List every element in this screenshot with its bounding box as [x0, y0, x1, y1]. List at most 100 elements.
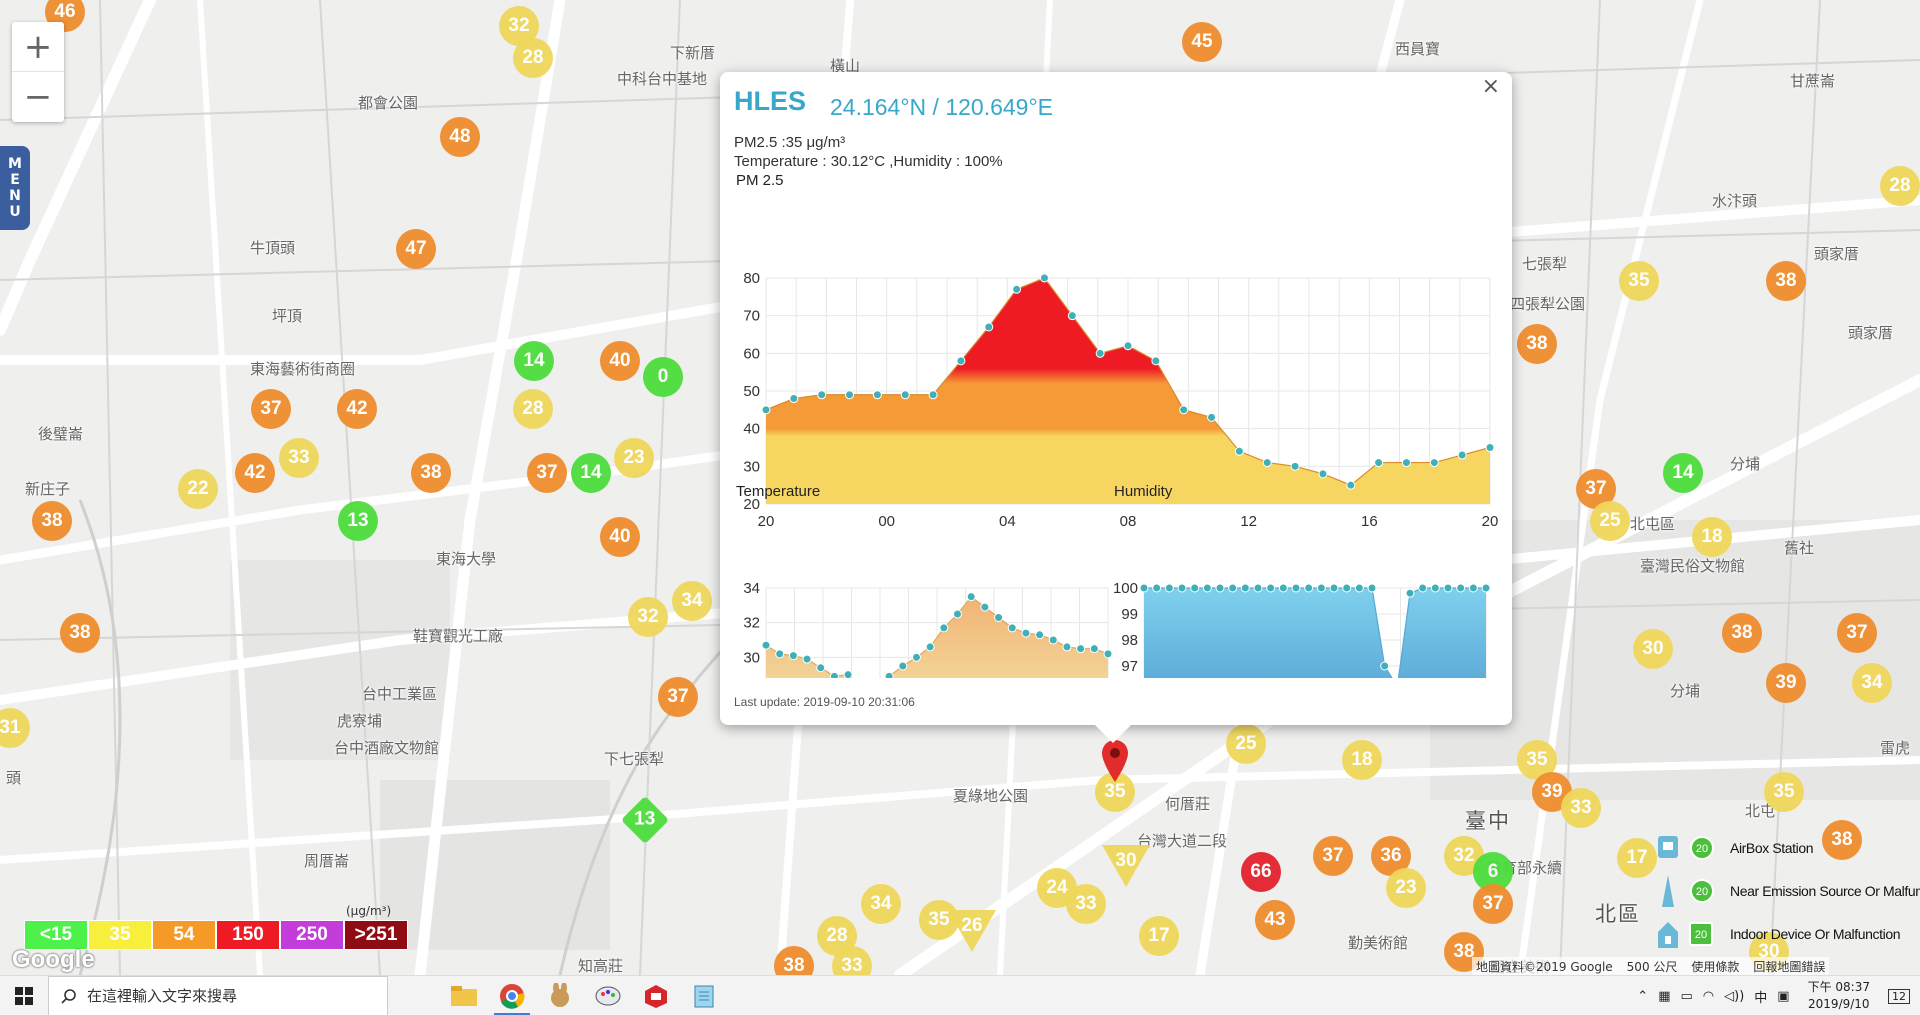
aqi-marker[interactable]: 23: [614, 438, 654, 478]
file-explorer-app[interactable]: [440, 976, 488, 1015]
aqi-marker[interactable]: 28: [513, 389, 553, 429]
chevron-up-icon[interactable]: ⌃: [1637, 989, 1648, 1004]
aqi-marker[interactable]: 47: [396, 229, 436, 269]
y-tick-label: 50: [743, 383, 760, 400]
aqi-marker[interactable]: 38: [1722, 613, 1762, 653]
map-place-label: 分埔: [1730, 455, 1761, 473]
aqi-marker[interactable]: 22: [178, 469, 218, 509]
aqi-marker[interactable]: 48: [440, 117, 480, 157]
aqi-marker[interactable]: 40: [600, 341, 640, 381]
notification-icon[interactable]: 12: [1888, 988, 1910, 1004]
aqi-marker[interactable]: 45: [1182, 22, 1222, 62]
aqi-marker[interactable]: 37: [1313, 836, 1353, 876]
map-data-credit: 地圖資料©2019 Google: [1476, 960, 1613, 974]
aqi-marker[interactable]: 18: [1692, 517, 1732, 557]
data-point: [1253, 583, 1263, 593]
start-button[interactable]: [0, 976, 48, 1015]
aqi-marker[interactable]: 0: [643, 357, 683, 397]
y-tick-label: 100: [1113, 580, 1138, 597]
aqi-marker[interactable]: 14: [514, 341, 554, 381]
menu-button[interactable]: MENU: [0, 146, 30, 230]
chrome-app[interactable]: [488, 976, 536, 1015]
aqi-marker[interactable]: 38: [60, 613, 100, 653]
aqi-marker[interactable]: 23: [1386, 868, 1426, 908]
y-tick-label: 40: [743, 421, 760, 438]
y-tick-label: 30: [743, 649, 760, 666]
zoom-out-button[interactable]: −: [12, 72, 64, 122]
aqi-marker[interactable]: 35: [1619, 261, 1659, 301]
aqi-marker[interactable]: 25: [1226, 724, 1266, 764]
aqi-marker[interactable]: 34: [861, 884, 901, 924]
aqi-marker[interactable]: 33: [279, 438, 319, 478]
aqi-marker[interactable]: 37: [1837, 613, 1877, 653]
map-place-label: 東海藝術街商圈: [250, 360, 356, 378]
network-icon[interactable]: ▦: [1658, 989, 1670, 1004]
data-point: [1367, 583, 1377, 593]
aqi-marker[interactable]: 38: [1766, 261, 1806, 301]
app-notepad[interactable]: [680, 976, 728, 1015]
emission-source-marker[interactable]: 26: [948, 910, 996, 952]
aqi-marker[interactable]: 37: [527, 453, 567, 493]
ime-indicator[interactable]: 中: [1754, 987, 1767, 1006]
app-sketchup[interactable]: [632, 976, 680, 1015]
aqi-marker[interactable]: 40: [600, 517, 640, 557]
data-point: [761, 640, 771, 650]
data-point: [843, 670, 853, 678]
aqi-marker[interactable]: 17: [1139, 916, 1179, 956]
ime-mode-icon[interactable]: ▣: [1777, 989, 1789, 1004]
sketchup-icon: [645, 984, 667, 1008]
app-bunny[interactable]: [536, 976, 584, 1015]
aqi-marker[interactable]: 14: [1663, 453, 1703, 493]
aqi-marker[interactable]: 28: [1880, 166, 1920, 206]
map-place-label: 北區: [1595, 902, 1641, 926]
aqi-marker[interactable]: 43: [1255, 900, 1295, 940]
station-coordinates: 24.164°N / 120.649°E: [830, 94, 1054, 120]
data-point: [1076, 644, 1086, 654]
aqi-marker[interactable]: 42: [337, 389, 377, 429]
station-type-key: 20 AirBox Station 20 Near Emission Sourc…: [1650, 826, 1920, 955]
data-point: [1207, 412, 1217, 422]
map-place-label: 東海大學: [436, 550, 497, 568]
app-paint[interactable]: [584, 976, 632, 1015]
aqi-marker[interactable]: 13: [338, 501, 378, 541]
aqi-marker[interactable]: 34: [1852, 663, 1892, 703]
data-point: [1290, 461, 1300, 471]
aqi-marker[interactable]: 14: [571, 453, 611, 493]
taskbar-clock[interactable]: 下午 08:37 2019/9/10: [1808, 979, 1870, 1013]
aqi-marker[interactable]: 18: [1342, 740, 1382, 780]
data-point: [953, 609, 963, 619]
taskbar-search[interactable]: 在這裡輸入文字來搜尋: [48, 975, 388, 1015]
aqi-marker[interactable]: 25: [1590, 501, 1630, 541]
selected-location-pin[interactable]: [1100, 738, 1130, 784]
aqi-marker[interactable]: 37: [658, 677, 698, 717]
data-point: [829, 671, 839, 678]
map-place-label: 舊社: [1784, 539, 1815, 557]
aqi-marker[interactable]: 30: [1633, 629, 1673, 669]
popup-close-button[interactable]: ×: [1482, 74, 1500, 99]
aqi-marker[interactable]: 39: [1766, 663, 1806, 703]
aqi-marker[interactable]: 38: [1517, 324, 1557, 364]
battery-icon[interactable]: ▭: [1680, 989, 1692, 1004]
aqi-marker[interactable]: 34: [672, 581, 712, 621]
aqi-marker[interactable]: 37: [251, 389, 291, 429]
volume-icon[interactable]: ◁)): [1724, 989, 1744, 1004]
aqi-marker[interactable]: 37: [1473, 884, 1513, 924]
terms-link[interactable]: 使用條款: [1691, 958, 1739, 975]
aqi-marker[interactable]: 33: [1561, 788, 1601, 828]
aqi-marker[interactable]: 66: [1241, 852, 1281, 892]
zoom-in-button[interactable]: +: [12, 22, 64, 72]
map-place-label: 中科台中基地: [617, 70, 708, 88]
emission-source-marker[interactable]: 30: [1102, 845, 1150, 887]
aqi-marker[interactable]: 38: [32, 501, 72, 541]
wifi-icon[interactable]: ◠: [1703, 989, 1714, 1004]
aqi-marker[interactable]: 38: [411, 453, 451, 493]
report-error-link[interactable]: 回報地圖錯誤: [1753, 958, 1825, 975]
pm25-legend: (μg/m³) <15 35 54 150 250 >251: [24, 904, 408, 950]
data-point: [1430, 583, 1440, 593]
aqi-marker[interactable]: 28: [513, 38, 553, 78]
aqi-marker[interactable]: 35: [1764, 772, 1804, 812]
aqi-marker[interactable]: 33: [1066, 884, 1106, 924]
aqi-marker[interactable]: 32: [628, 597, 668, 637]
data-point: [1039, 273, 1049, 283]
aqi-marker[interactable]: 42: [235, 453, 275, 493]
